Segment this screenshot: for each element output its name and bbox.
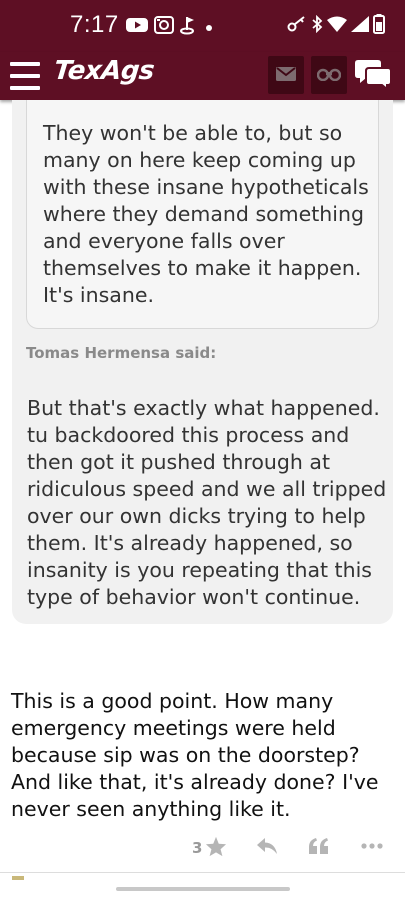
- gesture-bar[interactable]: [116, 887, 290, 891]
- next-post-badge: [12, 876, 24, 880]
- status-time: 7:17: [70, 11, 119, 38]
- quote-icon[interactable]: [308, 836, 330, 856]
- signal-icon: [351, 16, 369, 36]
- watched-threads-button[interactable]: [311, 56, 347, 94]
- key-icon: [287, 16, 307, 36]
- quote-text: But that's exactly what happened. tu bac…: [27, 396, 387, 609]
- app-bar: TexAgs: [0, 52, 405, 100]
- star-icon[interactable]: [205, 836, 227, 857]
- notification-icons: [126, 15, 214, 39]
- post-actions: 3: [0, 834, 405, 864]
- youtube-icon: [126, 17, 148, 37]
- nested-quote-text: They won't be able to, but so many on he…: [43, 121, 369, 307]
- texags-logo[interactable]: TexAgs: [52, 56, 155, 86]
- status-bar: 7:17: [0, 0, 405, 52]
- binoculars-icon: [316, 66, 342, 85]
- chat-bubbles-icon: [354, 58, 392, 94]
- screen: 7:17 TexAgs They won't be able to, but s…: [0, 0, 405, 900]
- quote-author[interactable]: Tomas Hermensa: [26, 344, 170, 362]
- post-body: This is a good point. How many emergency…: [11, 689, 379, 821]
- quote-block: They won't be able to, but so many on he…: [12, 100, 393, 624]
- bluetooth-icon: [311, 14, 323, 37]
- camera-icon: [154, 16, 174, 38]
- like-count: 3: [192, 839, 203, 857]
- chat-button[interactable]: [352, 58, 394, 94]
- more-icon[interactable]: [361, 836, 383, 856]
- quote-attribution: Tomas Hermensa said:: [26, 344, 216, 362]
- nested-quote: They won't be able to, but so many on he…: [26, 100, 379, 329]
- quote-said-suffix: said:: [175, 344, 217, 362]
- dot-icon: [204, 18, 214, 37]
- golf-icon: [180, 15, 198, 39]
- battery-icon: [373, 14, 385, 38]
- reply-icon[interactable]: [256, 836, 278, 856]
- wifi-icon: [327, 16, 347, 36]
- menu-icon[interactable]: [10, 62, 40, 90]
- messages-button[interactable]: [268, 56, 304, 94]
- system-icons: [287, 14, 385, 38]
- post-divider: [0, 872, 405, 873]
- mail-icon: [276, 66, 296, 85]
